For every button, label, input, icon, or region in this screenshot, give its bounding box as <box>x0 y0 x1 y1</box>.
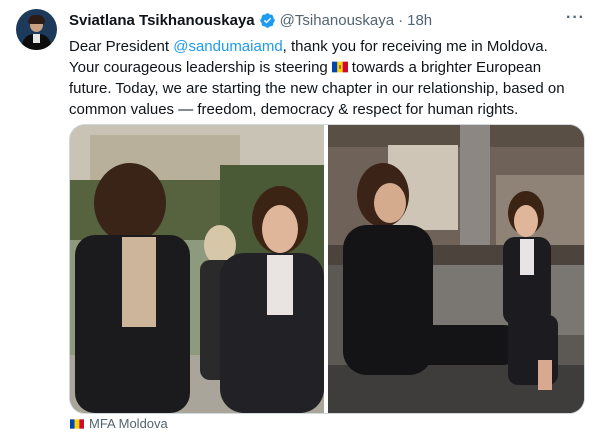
more-options-icon[interactable]: ··· <box>566 9 585 27</box>
mention-link[interactable]: @sandumaiamd <box>173 38 282 55</box>
tweet-timestamp[interactable]: 18h <box>407 12 432 29</box>
author-avatar[interactable] <box>16 9 57 50</box>
author-handle[interactable]: @Tsihanouskaya <box>280 12 394 29</box>
photo-indoor-meeting[interactable] <box>328 125 584 413</box>
meta-separator: · <box>398 11 404 29</box>
media-source-label[interactable]: MFA Moldova <box>89 416 168 431</box>
author-name[interactable]: Sviatlana Tsikhanouskaya <box>69 12 255 29</box>
avatar-shirt <box>33 34 40 43</box>
moldova-flag-icon <box>331 61 348 73</box>
avatar-hair <box>28 15 45 24</box>
tweet-header: Sviatlana Tsikhanouskaya @Tsihanouskaya … <box>69 10 432 30</box>
tweet-text: Dear President @sandumaiamd, thank you f… <box>69 36 589 120</box>
verified-badge-icon <box>259 12 275 28</box>
media-source[interactable]: MFA Moldova <box>70 416 168 431</box>
media-grid <box>69 124 585 414</box>
photo-outdoor-walk[interactable] <box>70 125 324 413</box>
photo-indoor-meeting-image <box>328 125 584 413</box>
moldova-flag-icon <box>70 418 84 429</box>
photo-outdoor-walk-image <box>70 125 324 413</box>
tweet-text-part1: Dear President <box>69 38 174 55</box>
